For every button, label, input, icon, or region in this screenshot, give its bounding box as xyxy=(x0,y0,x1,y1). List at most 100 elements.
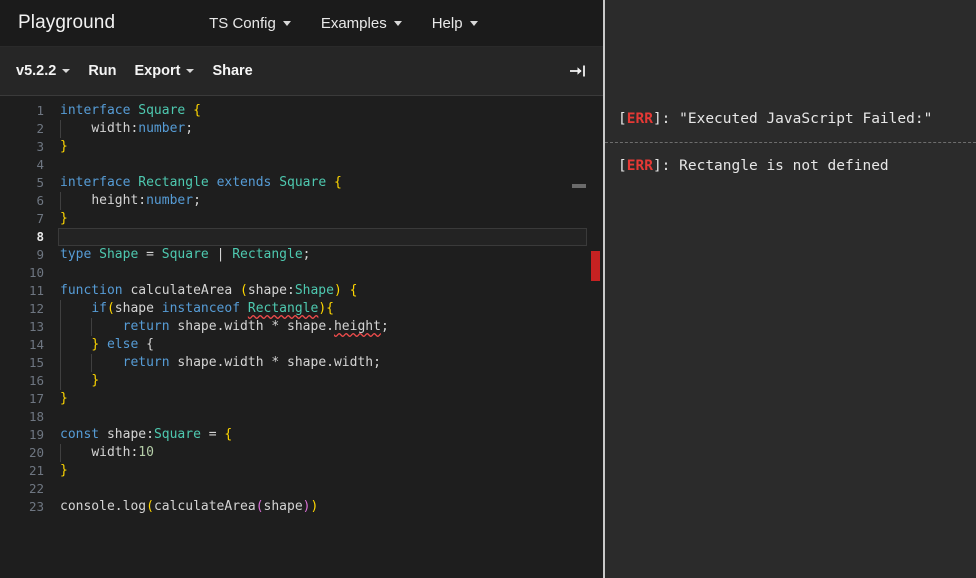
nav-help-label: Help xyxy=(431,14,463,32)
code-line-text: if(shape instanceof Rectangle){ xyxy=(91,301,334,316)
line-number: 15 xyxy=(28,355,44,370)
code-line[interactable]: 13 return shape.width * shape.height; xyxy=(0,318,603,336)
line-number: 2 xyxy=(36,121,44,136)
code-line-text: } xyxy=(60,211,68,226)
code-line[interactable]: 18 xyxy=(0,408,603,426)
chevron-down-icon xyxy=(282,20,291,26)
line-number: 13 xyxy=(28,319,44,334)
nav-ts-config[interactable]: TS Config xyxy=(209,15,291,32)
line-number: 7 xyxy=(36,211,44,226)
code-line[interactable]: 9 type Shape = Square | Rectangle; xyxy=(0,246,603,264)
chevron-down-icon xyxy=(186,69,195,73)
line-number: 12 xyxy=(28,301,44,316)
line-number: 19 xyxy=(28,427,44,442)
code-line-text: return shape.width * shape.width; xyxy=(122,355,381,370)
error-ruler-marker[interactable] xyxy=(591,251,600,281)
code-line-text: interface Rectangle extends Square { xyxy=(60,175,342,190)
error-message: "Executed JavaScript Failed:" xyxy=(679,111,933,127)
code-line-text: return shape.width * shape.height; xyxy=(122,319,389,334)
run-button[interactable]: Run xyxy=(88,63,116,79)
chevron-down-icon xyxy=(62,69,71,73)
line-number: 1 xyxy=(36,103,44,118)
code-line-text: function calculateArea (shape:Shape) { xyxy=(60,283,358,298)
error-entry[interactable]: [ERR]: Rectangle is not defined xyxy=(605,143,976,189)
code-line-text: interface Square { xyxy=(60,103,201,118)
line-number: 11 xyxy=(28,283,44,298)
error-entry[interactable]: [ERR]: "Executed JavaScript Failed:" xyxy=(605,96,976,143)
code-lines[interactable]: 1 interface Square {2 width:number; 3} 4 5 in… xyxy=(0,96,603,516)
share-label: Share xyxy=(212,63,253,79)
line-number: 22 xyxy=(28,481,44,496)
nav-examples[interactable]: Examples xyxy=(321,15,402,32)
code-line[interactable]: 12 if(shape instanceof Rectangle){ xyxy=(0,300,603,318)
overview-ruler[interactable] xyxy=(588,96,603,578)
code-line[interactable]: 7} xyxy=(0,210,603,228)
line-number: 3 xyxy=(36,139,44,154)
error-message: Rectangle is not defined xyxy=(679,158,889,174)
code-line[interactable]: 22 xyxy=(0,480,603,498)
nav-ts-config-label: TS Config xyxy=(209,14,276,32)
code-line[interactable]: 10 xyxy=(0,264,603,282)
code-line[interactable]: 19 const shape:Square = { xyxy=(0,426,603,444)
code-line-text: } else { xyxy=(91,337,154,352)
error-tag: [ERR]: xyxy=(618,111,680,127)
line-number: 23 xyxy=(28,499,44,514)
site-brand[interactable]: Playground xyxy=(18,12,115,34)
line-number: 6 xyxy=(36,193,44,208)
code-line-text: width:number; xyxy=(91,121,194,136)
vertical-scrollbar-thumb[interactable] xyxy=(572,184,586,188)
code-line[interactable]: 14 } else { xyxy=(0,336,603,354)
collapse-right-icon[interactable] xyxy=(567,60,589,82)
line-number: 18 xyxy=(28,409,44,424)
code-line-text: } xyxy=(91,373,100,388)
code-line[interactable]: 20 width:10 xyxy=(0,444,603,462)
code-line-text: height:number; xyxy=(91,193,201,208)
line-number: 10 xyxy=(28,265,44,280)
nav-menu: TS Config Examples Help xyxy=(209,15,507,32)
version-label: v5.2.2 xyxy=(16,63,57,79)
error-tag: [ERR]: xyxy=(618,158,680,174)
code-line-text: console.log(calculateArea(shape)) xyxy=(60,499,319,514)
code-line[interactable]: 16 } xyxy=(0,372,603,390)
code-editor[interactable]: 1 interface Square {2 width:number; 3} 4 5 in… xyxy=(0,96,603,578)
line-number: 17 xyxy=(28,391,44,406)
line-number: 16 xyxy=(28,373,44,388)
chevron-down-icon xyxy=(393,20,402,26)
line-number: 8 xyxy=(36,229,44,244)
code-line[interactable]: 6 height:number; xyxy=(0,192,603,210)
line-number: 4 xyxy=(36,157,44,172)
code-line[interactable]: 2 width:number; xyxy=(0,120,603,138)
code-line-text: } xyxy=(60,139,68,154)
code-line[interactable]: 23 console.log(calculateArea(shape)) xyxy=(0,498,603,516)
code-line-text: const shape:Square = { xyxy=(60,427,233,442)
code-line[interactable]: 4 xyxy=(0,156,603,174)
code-line-text: width:10 xyxy=(91,445,154,460)
code-line[interactable]: 11 function calculateArea (shape:Shape) { xyxy=(0,282,603,300)
version-selector[interactable]: v5.2.2 xyxy=(16,63,71,79)
line-number: 21 xyxy=(28,463,44,478)
export-label: Export xyxy=(134,63,181,79)
export-button[interactable]: Export xyxy=(135,63,195,79)
output-panel: [ERR]: "Executed JavaScript Failed:" [ERR… xyxy=(605,0,976,578)
run-label: Run xyxy=(88,63,117,79)
code-line-text: } xyxy=(60,391,68,406)
code-line[interactable]: 5 interface Rectangle extends Square { xyxy=(0,174,603,192)
code-line[interactable]: 21} xyxy=(0,462,603,480)
line-number: 20 xyxy=(28,445,44,460)
code-line-text: type Shape = Square | Rectangle; xyxy=(60,247,311,262)
chevron-down-icon xyxy=(469,20,478,26)
nav-examples-label: Examples xyxy=(320,14,387,32)
code-line[interactable]: 15 return shape.width * shape.width; xyxy=(0,354,603,372)
line-number: 14 xyxy=(28,337,44,352)
code-line[interactable]: 1 interface Square { xyxy=(0,102,603,120)
code-line[interactable]: 17} xyxy=(0,390,603,408)
error-list: [ERR]: "Executed JavaScript Failed:" [ERR… xyxy=(605,96,976,578)
share-button[interactable]: Share xyxy=(212,63,252,79)
code-line[interactable]: 3} xyxy=(0,138,603,156)
code-line-text: } xyxy=(60,463,68,478)
line-number: 5 xyxy=(36,175,44,190)
code-line[interactable]: 8 xyxy=(0,228,603,246)
line-number: 9 xyxy=(36,247,44,262)
nav-help[interactable]: Help xyxy=(432,15,478,32)
editor-toolbar: v5.2.2 Run Export Share xyxy=(0,47,603,96)
